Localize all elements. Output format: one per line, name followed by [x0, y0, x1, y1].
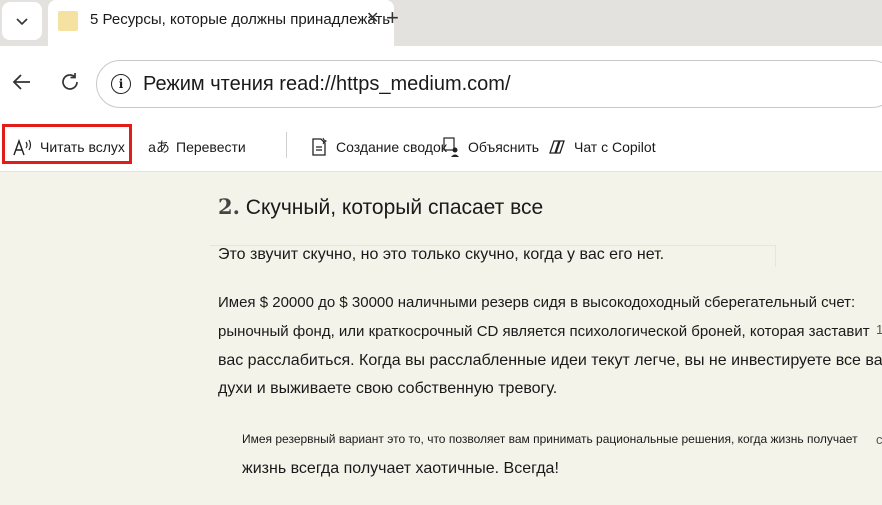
reader-content: 2. Скучный, который спасает все Это звуч…	[0, 172, 882, 505]
arrow-left-icon	[12, 74, 30, 90]
active-tab[interactable]: 5 Ресурсы, которые должны принадлежать к…	[48, 0, 533, 46]
tab-actions-button[interactable]	[2, 2, 42, 40]
quote-line: Имея резервный вариант это то, что позво…	[242, 432, 858, 446]
heading-number: 2.	[218, 194, 240, 219]
translate-button[interactable]: aあ Перевести	[148, 122, 246, 172]
reader-toolbar: Читать вслух aあ Перевести Создание сводо…	[0, 122, 882, 172]
article-heading: 2. Скучный, который спасает все	[218, 194, 543, 220]
navigation-toolbar: i Режим чтения read://https_medium.com/	[0, 46, 882, 122]
refresh-icon	[62, 73, 78, 90]
heading-text: Скучный, который спасает все	[245, 196, 544, 219]
article-paragraph: Это звучит скучно, но это только скучно,…	[218, 246, 665, 263]
document-sparkle-icon	[308, 136, 330, 158]
translate-label: Перевести	[176, 139, 246, 155]
paragraph-line: духи и выживаете свою собственную тревог…	[218, 380, 558, 397]
close-tab-icon[interactable]: ✕	[366, 8, 379, 28]
tab-favicon-icon	[58, 11, 78, 31]
quote-line: жизнь всегда получает хаотичные. Всегда!	[242, 460, 559, 477]
read-aloud-highlight	[2, 124, 132, 164]
chat-copilot-label: Чат с Copilot	[574, 139, 656, 155]
tab-strip-empty-area	[394, 0, 882, 46]
new-tab-button[interactable]: +	[386, 7, 399, 29]
chevron-down-icon	[16, 18, 28, 26]
back-button[interactable]	[8, 68, 36, 96]
address-bar[interactable]: i Режим чтения read://https_medium.com/	[96, 60, 882, 108]
address-text[interactable]: Режим чтения read://https_medium.com/	[143, 73, 511, 96]
tab-strip: 5 Ресурсы, которые должны принадлежать к…	[0, 0, 882, 46]
toolbar-divider	[286, 132, 287, 158]
explain-label: Объяснить	[468, 139, 540, 155]
explain-button[interactable]: Объяснить	[440, 122, 539, 172]
summary-label: Создание сводок	[336, 139, 447, 155]
copilot-icon	[546, 136, 568, 158]
refresh-button[interactable]	[56, 68, 84, 96]
summary-button[interactable]: Создание сводок	[308, 122, 447, 172]
clipped-text-fragment: 1	[876, 322, 882, 337]
chat-copilot-button[interactable]: Чат с Copilot	[546, 122, 656, 172]
translate-icon: aあ	[148, 139, 170, 155]
paragraph-line: Имея $ 20000 до $ 30000 наличными резерв…	[218, 294, 856, 311]
clipped-text-fragment: c	[876, 432, 882, 447]
info-icon[interactable]: i	[111, 74, 131, 94]
paragraph-line: рыночный фонд, или краткосрочный CD явля…	[218, 323, 870, 340]
paragraph-line: вас расслабиться. Когда вы расслабленные…	[218, 352, 882, 369]
person-document-icon	[440, 136, 462, 158]
